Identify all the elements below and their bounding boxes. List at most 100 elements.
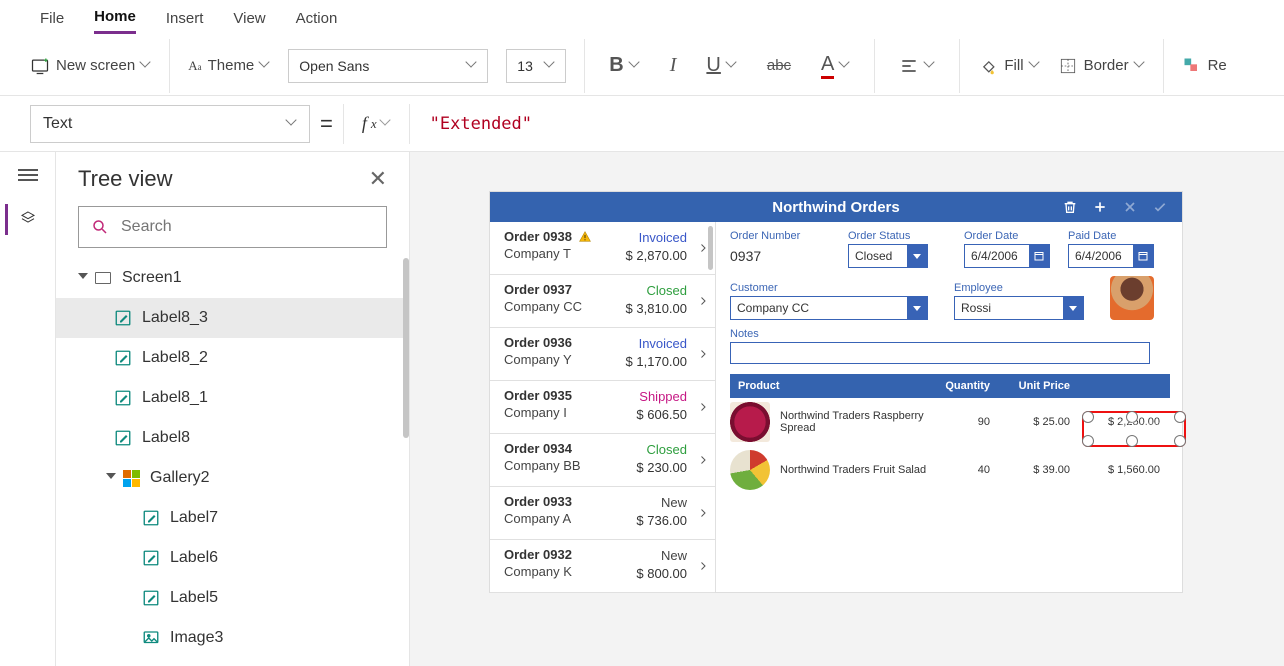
strike-button[interactable]: abc <box>761 57 797 74</box>
warning-icon <box>578 230 592 243</box>
menu-insert[interactable]: Insert <box>166 8 204 33</box>
selected-label-text: Extended <box>1120 420 1162 431</box>
tree-node-label8[interactable]: Label8 <box>56 418 409 458</box>
tree-node-label8_1[interactable]: Label8_1 <box>56 378 409 418</box>
line-item-row[interactable]: Northwind Traders Fruit Salad40$ 39.00$ … <box>730 446 1170 494</box>
divider <box>874 39 875 93</box>
menu-action[interactable]: Action <box>296 8 338 33</box>
label-icon <box>142 509 160 527</box>
chevron-right-icon <box>697 293 709 312</box>
label-icon <box>142 589 160 607</box>
employee-select[interactable]: Rossi <box>954 296 1084 320</box>
property-select[interactable]: Text <box>30 105 310 143</box>
tree-search-input[interactable] <box>119 217 374 237</box>
tree-node-label: Label8_1 <box>142 389 208 407</box>
order-row[interactable]: Order 0937 Company CCClosed$ 3,810.00 <box>490 275 715 328</box>
order-status: Invoiced <box>639 230 687 245</box>
fx-button[interactable]: fx <box>354 113 399 134</box>
theme-icon: Aa <box>188 58 201 74</box>
cancel-icon[interactable] <box>1122 199 1138 215</box>
font-select[interactable]: Open Sans <box>288 49 488 83</box>
new-screen-button[interactable]: New screen <box>30 56 151 76</box>
align-button[interactable] <box>893 56 941 76</box>
label-order-number: Order Number <box>730 230 830 242</box>
chevron-right-icon <box>697 558 709 577</box>
underline-button[interactable]: U <box>700 54 742 77</box>
formula-input[interactable]: "Extended" <box>420 114 542 134</box>
tree-node-label6[interactable]: Label6 <box>56 538 409 578</box>
border-label: Border <box>1084 57 1129 74</box>
order-row[interactable]: Order 0935 Company IShipped$ 606.50 <box>490 381 715 434</box>
align-icon <box>899 56 919 76</box>
theme-label: Theme <box>208 57 255 74</box>
tree-node-screen1[interactable]: Screen1 <box>56 258 409 298</box>
tree-node-image3[interactable]: Image3 <box>56 618 409 658</box>
tree-node-label: Label6 <box>170 549 218 567</box>
order-status-select[interactable]: Closed <box>848 244 928 268</box>
calendar-icon <box>1133 245 1153 267</box>
border-button[interactable]: Border <box>1058 56 1145 76</box>
label-notes: Notes <box>730 328 1150 340</box>
notes-input[interactable] <box>730 342 1150 364</box>
order-status: Closed <box>647 442 687 457</box>
chevron-down-icon <box>727 61 737 71</box>
divider <box>409 104 410 144</box>
order-price: $ 2,870.00 <box>626 248 687 263</box>
label-icon <box>114 309 132 327</box>
order-price: $ 1,170.00 <box>626 354 687 369</box>
order-status: Invoiced <box>639 336 687 351</box>
menu-view[interactable]: View <box>233 8 265 33</box>
reorder-button[interactable]: Re <box>1182 56 1227 76</box>
tree-title: Tree view <box>78 166 173 192</box>
reorder-label: Re <box>1208 57 1227 74</box>
new-screen-icon <box>30 56 50 76</box>
order-row[interactable]: Order 0934 Company BBClosed$ 230.00 <box>490 434 715 487</box>
hamburger-button[interactable] <box>18 166 38 184</box>
order-row[interactable]: Order 0932 Company KNew$ 800.00 <box>490 540 715 593</box>
tree-search[interactable] <box>78 206 387 248</box>
font-size-select[interactable]: 13 <box>506 49 566 83</box>
tree-node-label: Label8_2 <box>142 349 208 367</box>
tree-node-label8_2[interactable]: Label8_2 <box>56 338 409 378</box>
product-thumbnail <box>730 402 770 442</box>
equals-sign: = <box>320 111 333 137</box>
font-value: Open Sans <box>299 58 369 74</box>
tree-node-label: Label7 <box>170 509 218 527</box>
fill-button[interactable]: Fill <box>978 56 1039 76</box>
layers-icon <box>18 210 38 226</box>
line-item-row[interactable]: Northwind Traders Raspberry Spread90$ 25… <box>730 398 1170 446</box>
font-color-button[interactable]: A <box>815 53 856 79</box>
bold-button[interactable]: B <box>603 54 645 77</box>
customer-select[interactable]: Company CC <box>730 296 928 320</box>
paid-date-input[interactable]: 6/4/2006 <box>1068 244 1154 268</box>
order-date-input[interactable]: 6/4/2006 <box>964 244 1050 268</box>
image-icon <box>142 629 160 647</box>
order-price: $ 606.50 <box>636 407 687 422</box>
tree-node-label7[interactable]: Label7 <box>56 498 409 538</box>
chevron-right-icon <box>697 240 709 259</box>
order-row[interactable]: Order 0936 Company YInvoiced$ 1,170.00 <box>490 328 715 381</box>
col-unit-price: Unit Price <box>1000 380 1080 392</box>
tree-node-label8_3[interactable]: Label8_3 <box>56 298 409 338</box>
dropdown-icon <box>1063 297 1083 319</box>
order-price: $ 3,810.00 <box>626 301 687 316</box>
italic-button[interactable]: I <box>664 54 683 77</box>
theme-button[interactable]: Aa Theme <box>188 57 270 74</box>
reorder-icon <box>1182 56 1202 76</box>
border-icon <box>1058 56 1078 76</box>
product-name: Northwind Traders Raspberry Spread <box>774 410 940 434</box>
line-extended: $ 1,560.00 <box>1080 464 1170 476</box>
label-employee: Employee <box>954 282 1084 294</box>
menu-file[interactable]: File <box>40 8 64 33</box>
menu-home[interactable]: Home <box>94 6 136 34</box>
chevron-down-icon <box>545 61 555 71</box>
close-panel-button[interactable]: ✕ <box>369 166 387 192</box>
tree-view-tab[interactable] <box>5 204 38 235</box>
order-row[interactable]: Order 0933 Company ANew$ 736.00 <box>490 487 715 540</box>
order-price: $ 230.00 <box>636 460 687 475</box>
property-value: Text <box>43 115 72 133</box>
tree-node-label5[interactable]: Label5 <box>56 578 409 618</box>
tree-node-gallery2[interactable]: Gallery2 <box>56 458 409 498</box>
order-row[interactable]: Order 0938 Company TInvoiced$ 2,870.00 <box>490 222 715 275</box>
check-icon[interactable] <box>1152 199 1168 215</box>
